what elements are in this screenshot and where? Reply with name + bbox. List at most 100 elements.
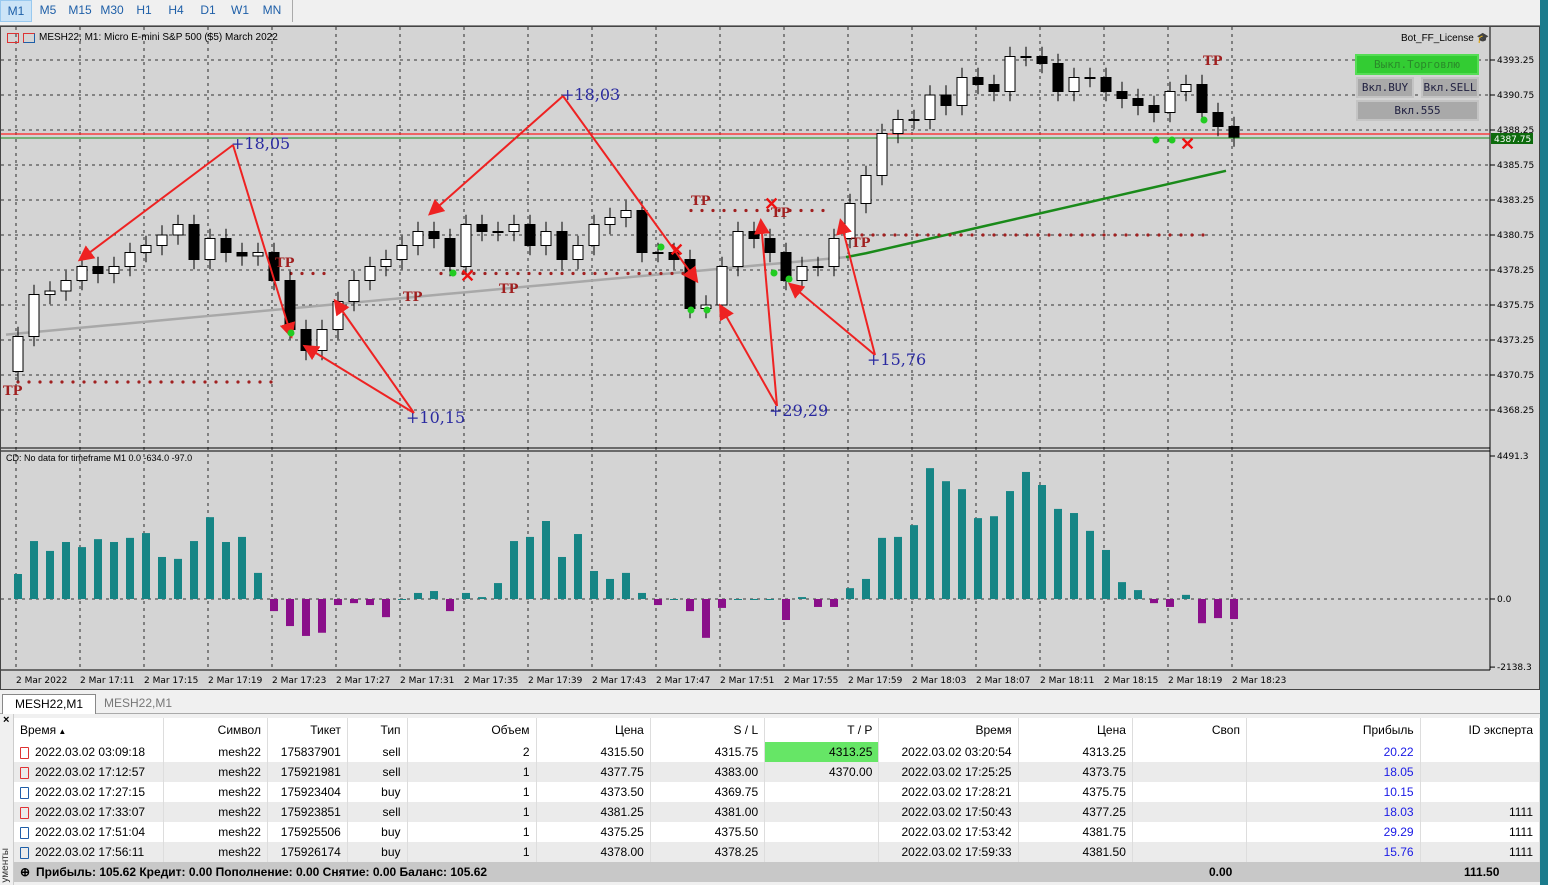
histogram-bar (750, 599, 758, 600)
sell-toggle-button[interactable]: Вкл.SELL (1421, 77, 1479, 98)
histogram-bar (510, 541, 518, 599)
timeframe-h4[interactable]: H4 (160, 0, 192, 22)
column-header[interactable]: Время ▲ (14, 718, 164, 742)
bull-candle (572, 245, 584, 260)
tp-level-dot (1003, 233, 1007, 237)
table-row[interactable]: 2022.03.02 03:09:18 mesh22 175837901 sell 2 4… (14, 742, 1541, 762)
cell: mesh22 (163, 762, 268, 782)
histogram-bar (798, 597, 806, 599)
timeframe-m15[interactable]: M15 (64, 0, 96, 22)
cell: 4373.75 (1018, 762, 1133, 782)
time-tick: 2 Mar 17:39 (528, 676, 583, 686)
histogram-bar (766, 599, 774, 600)
tp-level-dot (1124, 233, 1128, 237)
sell-order-icon (20, 746, 29, 759)
bull-candle (1020, 56, 1032, 58)
cell: 1111 (1420, 802, 1541, 822)
tab-mesh22-m1[interactable]: MESH22,M1 (92, 694, 184, 714)
column-header[interactable]: ID эксперта (1420, 718, 1541, 742)
column-header[interactable]: Время (878, 718, 1019, 742)
tp-level-dot (970, 233, 974, 237)
table-row[interactable]: 2022.03.02 17:51:04 mesh22 175925506 buy 1 43… (14, 822, 1541, 842)
tp-level-dot (810, 208, 814, 213)
timeframe-mn[interactable]: MN (256, 0, 288, 22)
bull-candle (60, 280, 72, 292)
cell: buy (347, 782, 408, 802)
timeframe-m5[interactable]: M5 (32, 0, 64, 22)
cell: mesh22 (163, 802, 268, 822)
tp-level-dot (126, 380, 130, 384)
expand-icon[interactable]: ⊕ (20, 862, 30, 882)
bull-candle (604, 217, 616, 225)
histogram-bar (462, 592, 470, 599)
tp-level-dot (604, 271, 608, 276)
tp-level-dot (799, 208, 803, 213)
555-toggle-button[interactable]: Вкл.555 (1356, 100, 1479, 121)
bull-candle (380, 259, 392, 267)
trade-arrow (333, 298, 415, 414)
cell: 18.03 (1246, 802, 1421, 822)
timeframe-h1[interactable]: H1 (128, 0, 160, 22)
column-header[interactable]: Своп (1132, 718, 1247, 742)
time-text: 2022.03.02 17:56:11 (35, 845, 145, 859)
table-row[interactable]: 2022.03.02 17:27:15 mesh22 175923404 buy 1 43… (14, 782, 1541, 802)
price-tick: 4380.75 (1497, 231, 1534, 241)
cell: mesh22 (163, 782, 268, 802)
bear-candle (972, 77, 984, 85)
tp-level-dot (926, 233, 930, 237)
column-header[interactable]: Тип (347, 718, 408, 742)
time-tick: 2 Mar 18:07 (976, 676, 1030, 686)
bear-candle (1116, 91, 1128, 99)
tp-level-dot (322, 271, 326, 276)
bull-candle (460, 224, 472, 267)
histogram-bar (1166, 599, 1174, 607)
table-row[interactable]: 2022.03.02 17:33:07 mesh22 175923851 sell 1 4… (14, 802, 1541, 822)
price-tick: 4368.25 (1497, 406, 1534, 416)
cell: mesh22 (163, 742, 268, 762)
timeframe-m1[interactable]: M1 (0, 0, 32, 22)
tp-level-dot (1036, 233, 1040, 237)
chart-list-icon[interactable] (7, 32, 19, 43)
column-header[interactable]: Цена (536, 718, 651, 742)
histogram-bar (14, 574, 22, 599)
chart-canvas[interactable]: 2 Mar 2022 2 Mar 17:11 2 Mar 17:15 2 Mar 17… (1, 27, 1541, 691)
cell: 18.05 (1246, 762, 1421, 782)
cell: sell (347, 742, 408, 762)
bear-candle (428, 231, 440, 239)
column-header[interactable]: T / P (764, 718, 880, 742)
bull-candle (540, 231, 552, 246)
trade-toggle-button[interactable]: Выкл.Торговлю (1355, 54, 1479, 75)
column-header[interactable]: Тикет (267, 718, 348, 742)
table-row[interactable]: 2022.03.02 17:56:11 mesh22 175926174 buy 1 43… (14, 842, 1541, 862)
bear-candle (188, 224, 200, 260)
column-header[interactable]: Символ (163, 718, 268, 742)
column-header[interactable]: S / L (650, 718, 766, 742)
buy-toggle-button[interactable]: Вкл.BUY (1356, 77, 1414, 98)
side-tab-label[interactable]: ументы (0, 848, 11, 883)
chart-window-icon[interactable] (23, 32, 35, 43)
bull-candle (140, 245, 152, 253)
chart-window[interactable]: 2 Mar 2022 2 Mar 17:11 2 Mar 17:15 2 Mar 17… (0, 26, 1540, 690)
histogram-bar (1134, 590, 1142, 599)
histogram-bar (734, 599, 742, 600)
bull-candle (732, 231, 744, 267)
tp-label: TP (851, 236, 871, 251)
chart-tabs: MESH22,M1 MESH22,M1 (0, 692, 1540, 714)
timeframe-m30[interactable]: M30 (96, 0, 128, 22)
histogram-bar (574, 534, 582, 599)
column-header[interactable]: Объем (407, 718, 537, 742)
timeframe-d1[interactable]: D1 (192, 0, 224, 22)
timeframe-w1[interactable]: W1 (224, 0, 256, 22)
histogram-bar (238, 536, 246, 599)
chart-header: MESH22, M1: Micro E-mini S&P 500 ($5) Ma… (7, 32, 278, 43)
column-header[interactable]: Прибыль (1246, 718, 1421, 742)
close-icon[interactable]: × (0, 714, 13, 726)
bear-candle (940, 94, 952, 106)
table-row[interactable]: 2022.03.02 17:12:57 mesh22 175921981 sell 1 4… (14, 762, 1541, 782)
tab-mesh22-m1-active[interactable]: MESH22,M1 (2, 694, 97, 714)
time-text: 2022.03.02 17:51:04 (35, 825, 146, 839)
tp-level-dot (1047, 233, 1051, 237)
cell: 175923404 (267, 782, 348, 802)
column-header[interactable]: Цена (1018, 718, 1133, 742)
bear-candle (1132, 98, 1144, 106)
